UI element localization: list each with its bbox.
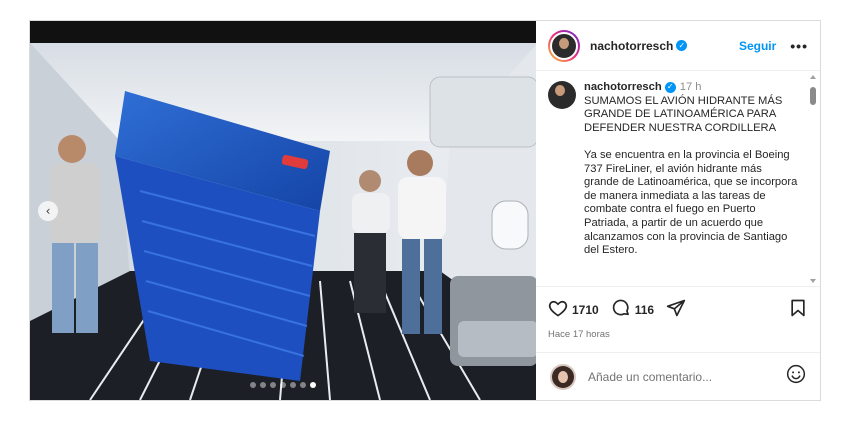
post-photo bbox=[30, 21, 536, 400]
carousel-dot bbox=[300, 382, 306, 388]
author-avatar[interactable] bbox=[548, 29, 580, 62]
author-username[interactable]: nachotorresch bbox=[590, 39, 673, 53]
scroll-up-icon[interactable] bbox=[810, 75, 816, 79]
chevron-left-icon: ‹ bbox=[45, 204, 51, 218]
verified-badge-icon: ✓ bbox=[664, 81, 676, 93]
carousel-dot-active bbox=[310, 382, 316, 388]
likes-count[interactable]: 1710 bbox=[572, 303, 599, 317]
caption-text: nachotorresch ✓ 17 h SUMAMOS EL AVIÓN HIDR… bbox=[584, 81, 798, 271]
caption-avatar[interactable] bbox=[548, 81, 576, 109]
post-timestamp[interactable]: Hace 17 horas bbox=[548, 329, 808, 340]
post-caption: nachotorresch ✓ 17 h SUMAMOS EL AVIÓN HIDR… bbox=[548, 81, 798, 271]
carousel-dot bbox=[270, 382, 276, 388]
follow-button[interactable]: Seguir bbox=[739, 39, 776, 53]
heart-icon[interactable] bbox=[548, 298, 568, 323]
comment-icon[interactable] bbox=[611, 298, 631, 323]
post-actions: 1710 116 Hace 17 horas bbox=[536, 286, 820, 340]
caption-username[interactable]: nachotorresch bbox=[584, 81, 662, 93]
post-sidebar: nachotorresch ✓ Seguir ••• nachotorresch… bbox=[536, 21, 820, 400]
scroll-down-icon[interactable] bbox=[810, 279, 816, 283]
comments-count[interactable]: 116 bbox=[635, 303, 654, 317]
caption-body: Ya se encuentra en la provincia el Boein… bbox=[584, 148, 798, 257]
comment-input[interactable]: Añade un comentario... bbox=[588, 370, 712, 384]
prev-slide-button[interactable]: ‹ bbox=[38, 201, 58, 221]
send-icon[interactable] bbox=[666, 298, 686, 323]
post-media[interactable]: ‹ bbox=[30, 21, 536, 400]
verified-badge-icon: ✓ bbox=[676, 40, 688, 51]
bookmark-icon[interactable] bbox=[788, 298, 808, 323]
instagram-post: ‹ nachotorresch ✓ Seguir ••• nachotorres… bbox=[29, 20, 821, 401]
viewer-avatar bbox=[550, 363, 576, 390]
carousel-indicator bbox=[30, 382, 536, 388]
post-header: nachotorresch ✓ Seguir ••• bbox=[536, 21, 820, 71]
comments-scrollbar[interactable] bbox=[809, 75, 817, 283]
carousel-dot bbox=[290, 382, 296, 388]
emoji-icon[interactable] bbox=[786, 364, 806, 389]
comments-panel[interactable]: nachotorresch ✓ 17 h SUMAMOS EL AVIÓN HIDR… bbox=[536, 71, 820, 286]
add-comment-bar: Añade un comentario... bbox=[536, 352, 820, 400]
carousel-dot bbox=[250, 382, 256, 388]
caption-headline: SUMAMOS EL AVIÓN HIDRANTE MÁS GRANDE DE … bbox=[584, 94, 783, 134]
more-options-button[interactable]: ••• bbox=[790, 38, 808, 54]
carousel-dot bbox=[280, 382, 286, 388]
scrollbar-thumb[interactable] bbox=[810, 87, 816, 105]
caption-time[interactable]: 17 h bbox=[680, 81, 702, 93]
carousel-dot bbox=[260, 382, 266, 388]
